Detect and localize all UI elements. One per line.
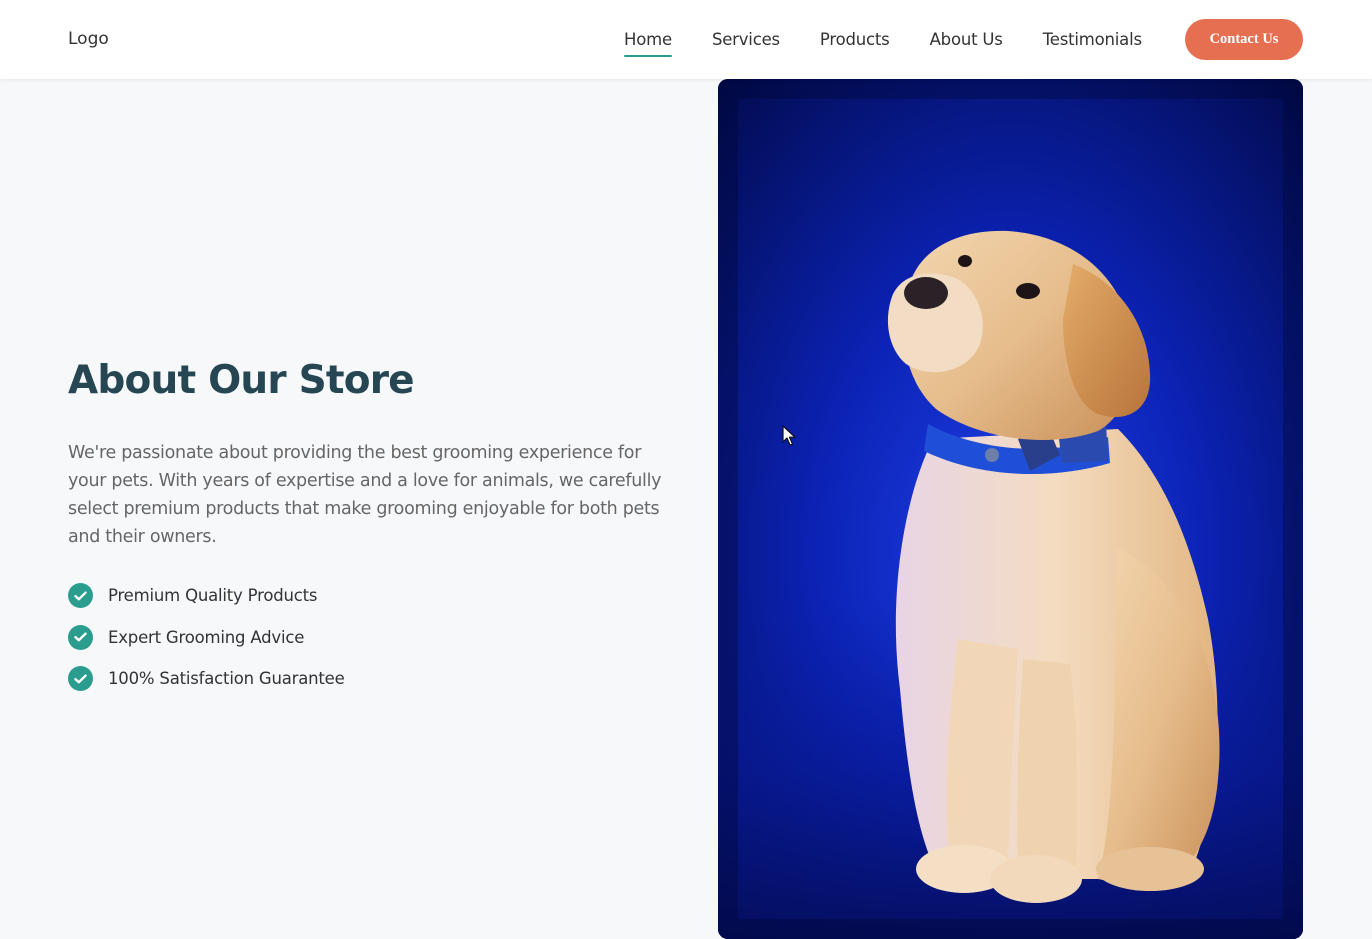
logo[interactable]: Logo <box>68 29 109 49</box>
nav-item-testimonials[interactable]: Testimonials <box>1043 26 1142 53</box>
check-icon <box>68 583 93 608</box>
about-title: About Our Store <box>68 358 415 403</box>
check-icon <box>68 666 93 691</box>
feature-label: Expert Grooming Advice <box>108 627 305 647</box>
nav-item-home[interactable]: Home <box>624 26 672 57</box>
feature-item: Expert Grooming Advice <box>68 624 345 650</box>
about-description: We're passionate about providing the bes… <box>68 443 662 547</box>
nav-item-services[interactable]: Services <box>712 26 780 53</box>
feature-item: 100% Satisfaction Guarantee <box>68 666 345 691</box>
check-icon <box>68 624 93 650</box>
site-header: Logo Home Services Products About Us Tes… <box>0 0 1372 79</box>
feature-label: 100% Satisfaction Guarantee <box>108 669 345 688</box>
mouse-cursor-icon <box>782 425 796 446</box>
puppy-photo <box>718 79 1303 939</box>
feature-list: Premium Quality Products Expert Grooming… <box>68 583 345 708</box>
feature-label: Premium Quality Products <box>108 586 318 605</box>
nav-item-products[interactable]: Products <box>820 26 890 53</box>
main-nav: Home Services Products About Us Testimon… <box>624 0 1142 79</box>
contact-us-button[interactable]: Contact Us <box>1185 19 1303 60</box>
feature-item: Premium Quality Products <box>68 583 345 608</box>
nav-item-about-us[interactable]: About Us <box>930 26 1003 53</box>
